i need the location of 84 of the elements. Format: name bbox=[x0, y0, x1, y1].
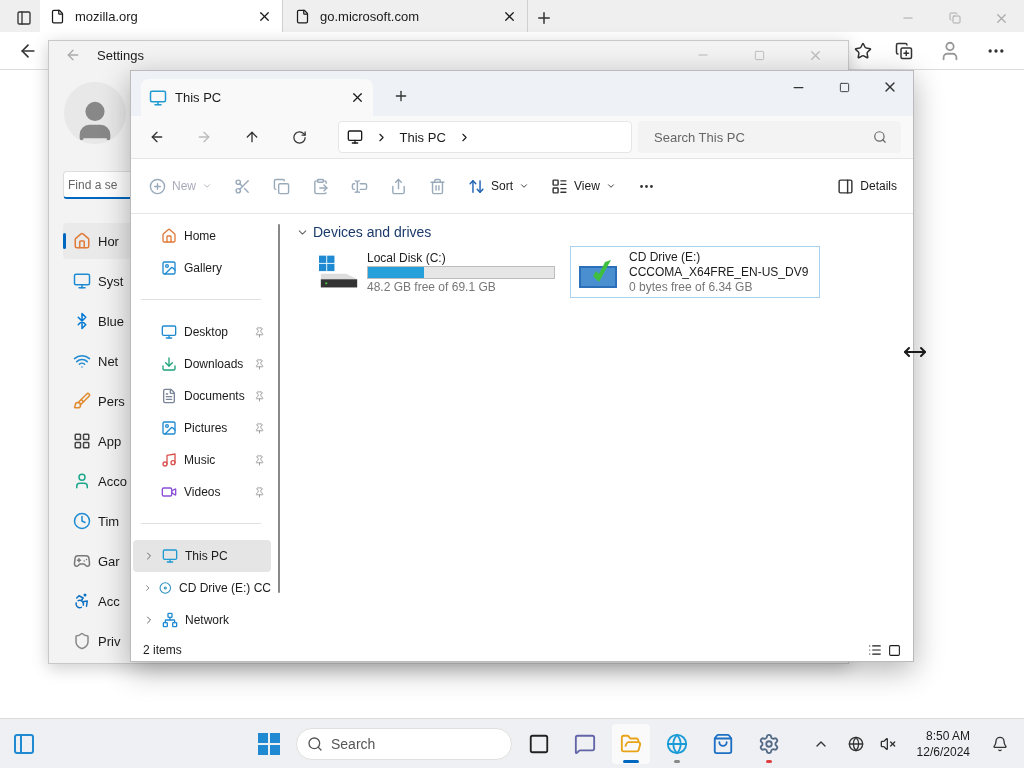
sidebar-item[interactable]: Network bbox=[133, 604, 271, 636]
wifi-icon bbox=[73, 352, 91, 370]
sort-icon bbox=[468, 177, 485, 195]
search-field[interactable]: Search bbox=[296, 728, 512, 760]
gallery-icon bbox=[161, 260, 177, 276]
clock[interactable]: 8:50 AM 12/6/2024 bbox=[916, 727, 970, 760]
sidebar-item[interactable]: Documents bbox=[133, 380, 271, 412]
drive-name: CD Drive (E:) bbox=[629, 250, 702, 264]
list-view-icon[interactable] bbox=[868, 643, 882, 657]
breadcrumb[interactable]: This PC bbox=[399, 129, 446, 145]
search-icon bbox=[307, 736, 323, 752]
sidebar-item[interactable]: Home bbox=[133, 220, 271, 252]
nav-item[interactable]: App bbox=[63, 423, 131, 459]
sidebar-item[interactable]: Videos bbox=[133, 476, 271, 508]
drive-name: Local Disk (C:) bbox=[367, 250, 447, 265]
nav-item[interactable]: Gar bbox=[63, 543, 131, 579]
nav-item[interactable]: Net bbox=[63, 343, 131, 379]
hard-drive-icon bbox=[319, 254, 359, 290]
desktop-icon bbox=[161, 324, 177, 340]
home-icon bbox=[73, 232, 91, 250]
windows-logo-icon bbox=[258, 733, 280, 755]
close-icon[interactable] bbox=[350, 90, 365, 105]
drive-tile[interactable]: Local Disk (C:) 48.2 GB free of 69.1 GB bbox=[312, 246, 562, 298]
gamepad-icon bbox=[73, 552, 91, 570]
scrollbar[interactable] bbox=[277, 224, 280, 593]
download-icon bbox=[161, 356, 177, 372]
search-icon bbox=[873, 130, 887, 144]
accessibility-icon bbox=[73, 592, 91, 610]
folder-icon[interactable] bbox=[612, 724, 650, 764]
monitor-icon bbox=[346, 129, 363, 145]
free-space: 0 bytes free of 6.34 GB bbox=[629, 280, 754, 294]
sidebar-item[interactable]: Music bbox=[133, 444, 271, 476]
nav-item[interactable]: Acco bbox=[63, 463, 131, 499]
section-title: Devices and drives bbox=[313, 224, 432, 240]
view-icon bbox=[551, 177, 569, 195]
person-icon bbox=[73, 472, 91, 490]
sidebar-item[interactable]: Pictures bbox=[133, 412, 271, 444]
monitor-icon bbox=[73, 272, 91, 290]
sort-button[interactable]: Sort bbox=[468, 177, 530, 195]
free-space: 48.2 GB free of 69.1 GB bbox=[367, 279, 497, 294]
music-icon bbox=[161, 452, 177, 468]
search-field[interactable]: Find a se bbox=[63, 171, 131, 199]
page-icon bbox=[50, 8, 65, 24]
nav-item[interactable]: Syst bbox=[63, 263, 131, 299]
caret-icon bbox=[605, 181, 616, 191]
network-icon bbox=[162, 612, 178, 628]
cd-drive-icon bbox=[159, 580, 172, 596]
apps-icon bbox=[73, 432, 91, 450]
view-button[interactable]: View bbox=[551, 177, 616, 195]
details-button[interactable]: Details bbox=[837, 177, 897, 195]
nav-item[interactable]: Tim bbox=[63, 503, 131, 539]
sidebar-item[interactable]: CD Drive (E:) CC bbox=[133, 572, 271, 604]
video-icon bbox=[161, 484, 177, 500]
browser-tab[interactable]: mozilla.org bbox=[40, 0, 283, 32]
nav-item[interactable]: Priv bbox=[63, 623, 131, 659]
status-text: 2 items bbox=[143, 643, 182, 657]
monitor-icon bbox=[149, 88, 167, 107]
brush-icon bbox=[73, 392, 91, 410]
page-icon bbox=[295, 8, 310, 24]
tiles-view-icon[interactable] bbox=[888, 643, 901, 657]
sidebar-item[interactable]: Gallery bbox=[133, 252, 271, 284]
document-icon bbox=[161, 388, 177, 404]
clock-icon bbox=[73, 512, 91, 530]
details-icon bbox=[837, 177, 855, 195]
explorer-tab[interactable]: This PC bbox=[141, 79, 373, 116]
nav-item[interactable]: Hor bbox=[63, 223, 131, 259]
caret-icon bbox=[202, 181, 212, 191]
address-bar[interactable]: This PC bbox=[337, 121, 632, 153]
drive-tile[interactable]: CD Drive (E:) CCCOMA_X64FRE_EN-US_DV9 0 bytes free of 6.34 GB bbox=[570, 246, 820, 298]
nav-item[interactable]: Pers bbox=[63, 383, 131, 419]
pictures-icon bbox=[161, 420, 177, 436]
sidebar-item[interactable]: This PC bbox=[133, 540, 271, 572]
monitor-icon bbox=[162, 548, 178, 564]
window-title: Settings bbox=[97, 47, 144, 63]
caret-icon bbox=[519, 181, 530, 191]
sidebar-item[interactable]: Desktop bbox=[133, 316, 271, 348]
search-field[interactable]: Search This PC bbox=[638, 121, 901, 153]
volume-label: CCCOMA_X64FRE_EN-US_DV9 bbox=[629, 265, 810, 279]
home-icon bbox=[161, 228, 177, 244]
new-icon bbox=[149, 177, 166, 195]
sidebar-item[interactable]: Downloads bbox=[133, 348, 271, 380]
nav-item[interactable]: Acc bbox=[63, 583, 131, 619]
shield-icon bbox=[73, 632, 91, 650]
nav-item[interactable]: Blue bbox=[63, 303, 131, 339]
